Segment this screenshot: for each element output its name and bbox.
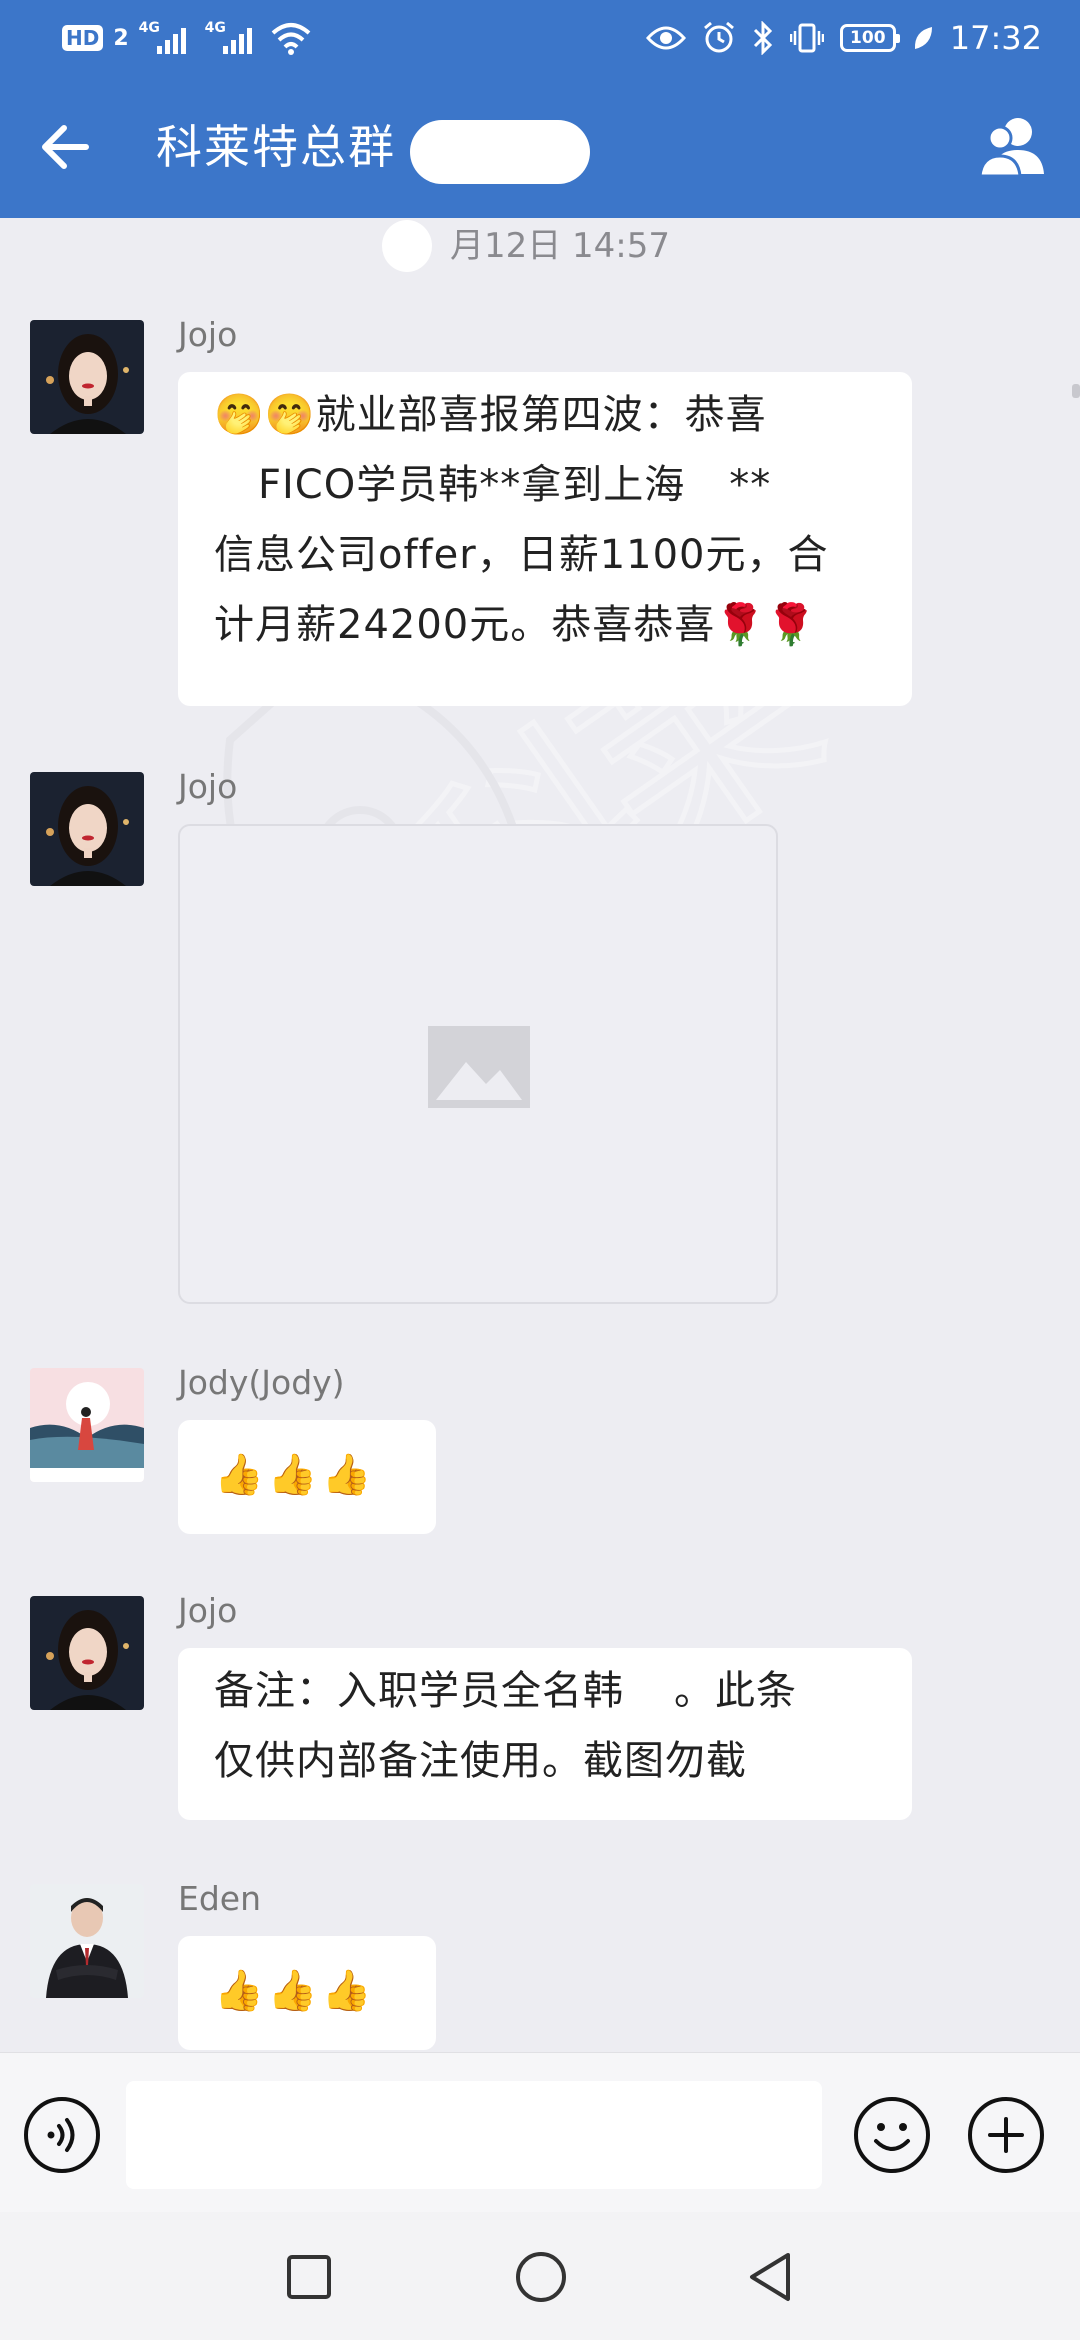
sender-name: Jojo xyxy=(178,767,238,806)
wifi-icon xyxy=(271,23,310,55)
hd-badge: HD xyxy=(62,25,104,51)
avatar[interactable] xyxy=(30,1884,144,1998)
message-bubble[interactable]: 👍👍👍 xyxy=(178,1936,436,2050)
timestamp: 月12日 14:57 xyxy=(449,226,671,266)
message-line: 备注：入职学员全名韩 。此条 xyxy=(214,1656,876,1726)
clock: 17:32 xyxy=(949,19,1042,57)
voice-input-icon[interactable] xyxy=(22,2095,102,2175)
image-placeholder-icon xyxy=(428,1026,530,1108)
message-bubble[interactable]: 🤭🤭就业部喜报第四波：恭喜 FICO学员韩**拿到上海 ** 信息公司offer，… xyxy=(178,372,912,706)
status-bar: HD 2 4G 4G 100 17:32 xyxy=(0,0,1080,76)
leaf-icon xyxy=(914,27,932,49)
page-title: 科莱特总群 xyxy=(156,120,396,174)
redaction-mark xyxy=(214,467,258,507)
triangle-back-icon[interactable] xyxy=(744,2250,794,2304)
message-line: FICO学员韩**拿到上海 ** xyxy=(214,450,876,520)
avatar[interactable] xyxy=(30,1368,144,1482)
status-right: 100 17:32 xyxy=(645,14,1042,62)
sender-name: Jojo xyxy=(178,1591,238,1630)
message-text: 👍👍👍 xyxy=(214,1452,376,1498)
message-line: 计月薪24200元。恭喜恭喜🌹🌹 xyxy=(214,602,817,648)
cellular-signal-icon-2: 4G xyxy=(205,20,261,56)
time-separator: 月12日 14:57 xyxy=(0,218,1080,274)
message-text: 👍👍👍 xyxy=(214,1968,376,2014)
message-line-text: 备注：入职学员全名韩 xyxy=(214,1668,624,1714)
group-members-icon[interactable] xyxy=(978,112,1050,182)
cellular-signal-icon: 4G xyxy=(139,20,195,56)
redaction-mark xyxy=(410,120,590,184)
circle-home-icon[interactable] xyxy=(514,2250,568,2304)
message-line: 🤭🤭就业部喜报第四波：恭喜 xyxy=(214,392,767,438)
bluetooth-icon xyxy=(753,21,772,55)
redaction-mark xyxy=(382,220,432,272)
sim-number: 2 xyxy=(113,25,129,51)
message-text: 备注：入职学员全名韩 。此条 仅供内部备注使用。截图勿截 xyxy=(178,1648,912,1804)
scrollbar[interactable] xyxy=(1072,384,1080,398)
avatar[interactable] xyxy=(30,772,144,886)
message-line: 仅供内部备注使用。截图勿截 xyxy=(214,1738,747,1784)
message-bubble[interactable]: 👍👍👍 xyxy=(178,1420,436,1534)
message-text: 🤭🤭就业部喜报第四波：恭喜 FICO学员韩**拿到上海 ** 信息公司offer，… xyxy=(178,372,912,668)
status-left: HD 2 4G 4G xyxy=(62,18,311,58)
square-recents-icon[interactable] xyxy=(286,2254,332,2300)
battery-indicator: 100 xyxy=(839,24,900,52)
vibrate-icon xyxy=(789,23,824,53)
chat-header: 科莱特总群 xyxy=(0,76,1080,218)
message-line-suffix: 。此条 xyxy=(674,1668,797,1714)
sender-name: Jojo xyxy=(178,315,238,354)
redaction-mark xyxy=(624,1673,674,1713)
message-line-suffix: ** xyxy=(729,462,772,508)
alarm-icon xyxy=(703,21,734,53)
avatar[interactable] xyxy=(30,1596,144,1710)
message-input-bar xyxy=(0,2052,1080,2213)
eye-icon xyxy=(645,26,686,50)
message-bubble[interactable]: 备注：入职学员全名韩 。此条 仅供内部备注使用。截图勿截 xyxy=(178,1648,912,1820)
plus-icon[interactable] xyxy=(966,2095,1046,2175)
emoji-icon[interactable] xyxy=(852,2095,932,2175)
message-line-text: FICO学员韩**拿到上海 xyxy=(258,462,686,508)
sender-name: Jody(Jody) xyxy=(178,1363,345,1402)
avatar[interactable] xyxy=(30,320,144,434)
redaction-mark xyxy=(685,467,730,507)
arrow-left-icon[interactable] xyxy=(34,116,96,178)
message-line: 信息公司offer，日薪1100元，合 xyxy=(214,532,829,578)
sender-name: Eden xyxy=(178,1879,262,1918)
system-nav-bar xyxy=(0,2212,1080,2340)
image-message[interactable] xyxy=(178,824,778,1304)
message-input[interactable] xyxy=(126,2081,822,2189)
